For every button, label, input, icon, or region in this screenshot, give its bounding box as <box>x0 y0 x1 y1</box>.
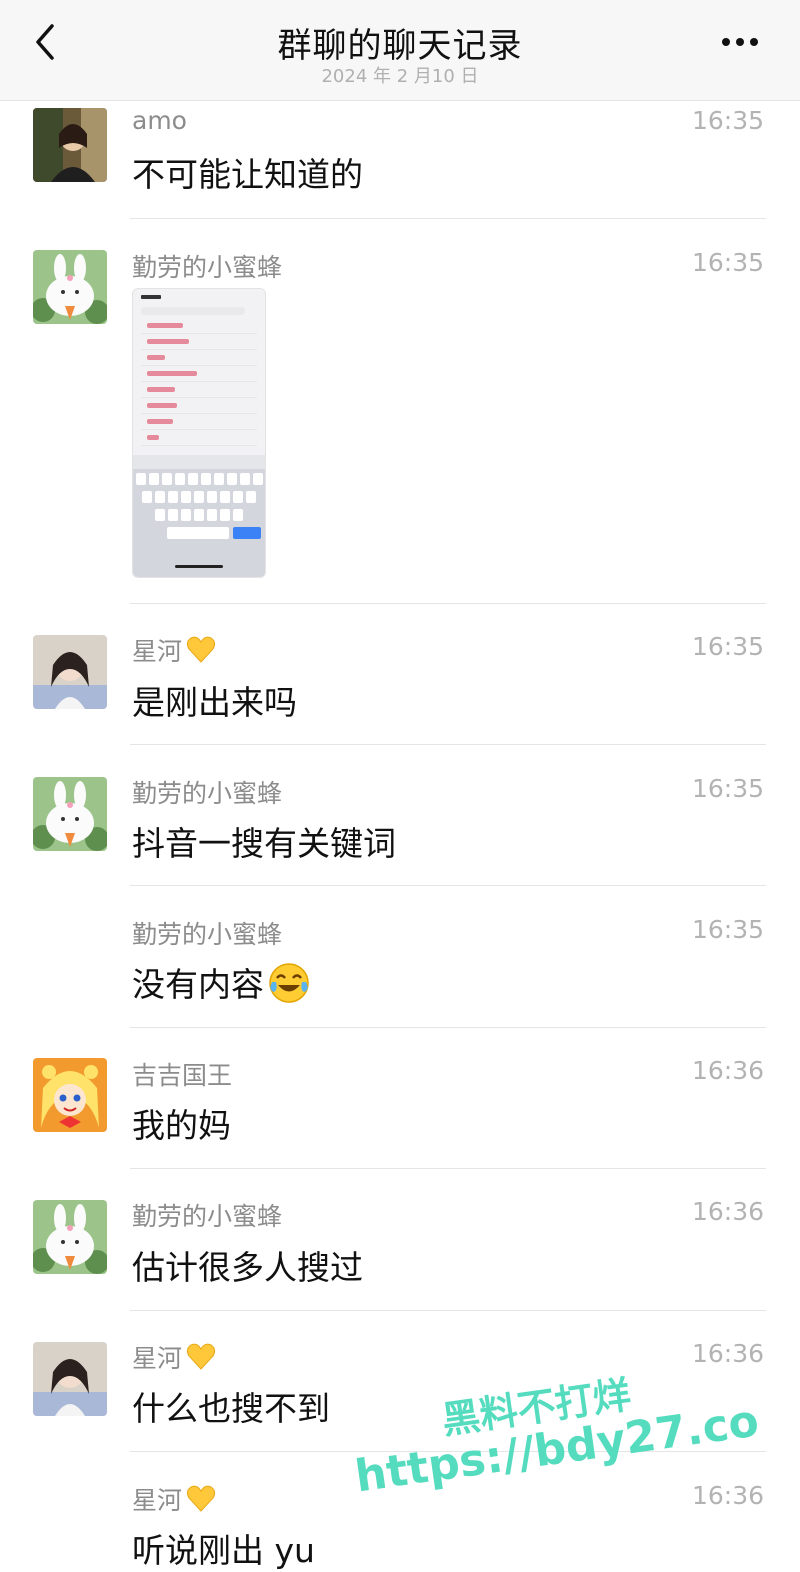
message-time: 16:36 <box>691 1339 764 1368</box>
message-time: 16:35 <box>691 106 764 135</box>
image-attachment[interactable] <box>132 288 266 578</box>
message-time: 16:36 <box>691 1481 764 1510</box>
message-time: 16:36 <box>691 1197 764 1226</box>
message-text: 估计很多人搜过 <box>132 1248 363 1287</box>
divider <box>130 1027 766 1028</box>
message-time: 16:35 <box>691 248 764 277</box>
divider <box>130 603 766 604</box>
avatar[interactable] <box>33 1342 107 1416</box>
more-icon[interactable] <box>718 30 766 54</box>
divider <box>130 885 766 886</box>
message-time: 16:36 <box>691 1056 764 1085</box>
sender-name: amo <box>132 106 187 135</box>
yellow-heart-icon <box>186 636 216 670</box>
yellow-heart-icon <box>186 1343 216 1377</box>
divider <box>130 1310 766 1311</box>
sender-name: 勤劳的小蜜蜂 <box>132 253 283 282</box>
page-title: 群聊的聊天记录 <box>277 26 523 66</box>
message-text: 不可能让知道的 <box>132 155 363 194</box>
message-time: 16:35 <box>691 774 764 803</box>
message-text: 我的妈 <box>132 1106 231 1145</box>
message-text: 没有内容 <box>132 958 310 1012</box>
chat-date: 2024 年 2 月10 日 <box>321 66 479 87</box>
sender-name: 星河 <box>132 632 216 670</box>
divider <box>130 744 766 745</box>
sender-name: 吉吉国王 <box>132 1061 233 1090</box>
yellow-heart-icon <box>186 1485 216 1519</box>
divider <box>130 1168 766 1169</box>
message-text: 听说刚出 yu <box>132 1531 315 1570</box>
message-time: 16:35 <box>691 915 764 944</box>
avatar[interactable] <box>33 108 107 182</box>
avatar[interactable] <box>33 250 107 324</box>
message-text: 是刚出来吗 <box>132 683 297 722</box>
message-text: 抖音一搜有关键词 <box>132 824 396 863</box>
divider <box>130 218 766 219</box>
sender-name: 勤劳的小蜜蜂 <box>132 1202 283 1231</box>
sender-name: 星河 <box>132 1339 216 1377</box>
message-time: 16:35 <box>691 632 764 661</box>
sender-name: 星河 <box>132 1481 216 1519</box>
message-text: 什么也搜不到 <box>132 1389 330 1428</box>
nav-header: 群聊的聊天记录 2024 年 2 月10 日 <box>0 0 800 101</box>
laughing-crying-icon <box>268 962 310 1012</box>
avatar[interactable] <box>33 1058 107 1132</box>
avatar[interactable] <box>33 635 107 709</box>
avatar[interactable] <box>33 777 107 851</box>
avatar[interactable] <box>33 1200 107 1274</box>
sender-name: 勤劳的小蜜蜂 <box>132 779 283 808</box>
sender-name: 勤劳的小蜜蜂 <box>132 920 283 949</box>
